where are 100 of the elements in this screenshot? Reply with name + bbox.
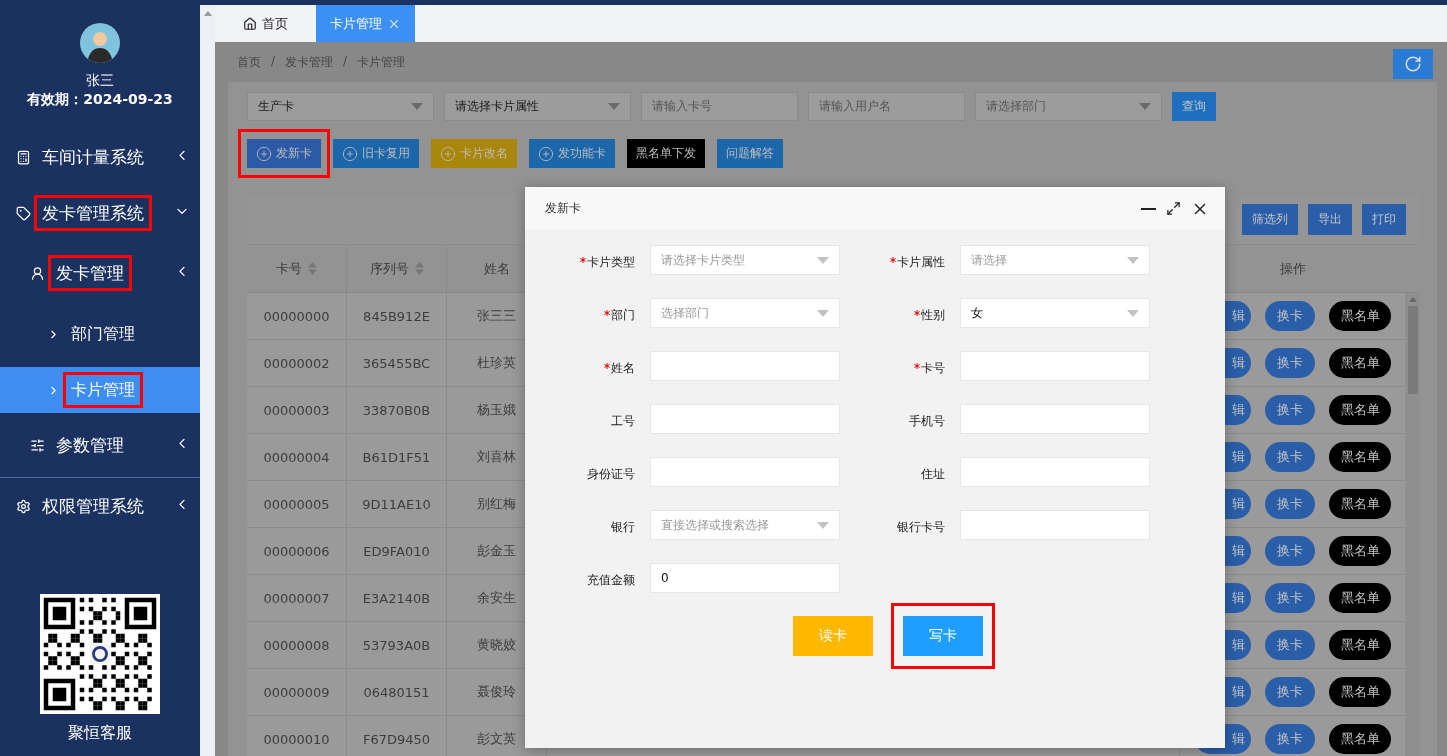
maximize-icon [1166, 201, 1181, 216]
row-action-button[interactable]: 换卡 [1265, 677, 1315, 707]
select-field[interactable]: 请选择卡片类型 [650, 245, 840, 275]
row-action-button[interactable]: 黑名单 [1329, 724, 1391, 754]
required-icon [604, 310, 610, 316]
input-field[interactable] [650, 457, 840, 487]
row-action-button[interactable]: 黑名单 [1329, 677, 1391, 707]
row-action-button[interactable]: 换卡 [1265, 630, 1315, 660]
input-field[interactable]: 0 [650, 563, 840, 593]
table-cell: 00000010 [247, 716, 347, 756]
user-icon [30, 265, 45, 281]
input-field[interactable] [960, 351, 1150, 381]
row-action-button[interactable]: 黑名单 [1329, 301, 1391, 331]
row-action-button[interactable]: 换卡 [1265, 536, 1315, 566]
table-cell: ED9FA010 [347, 528, 447, 574]
column-header[interactable]: 序列号 [347, 245, 447, 292]
input-field[interactable] [960, 510, 1150, 540]
sliders-icon [30, 437, 45, 453]
action-button[interactable]: 问题解答 [717, 139, 783, 168]
table-cell: 53793A0B [347, 622, 447, 668]
row-action-button[interactable]: 换卡 [1265, 301, 1315, 331]
action-button[interactable]: 黑名单下发 [627, 139, 705, 168]
scroll-up-icon[interactable] [1408, 297, 1417, 302]
row-action-button[interactable]: 黑名单 [1329, 442, 1391, 472]
row-action-button[interactable]: 换卡 [1265, 395, 1315, 425]
menu-item[interactable]: 参数管理 [0, 417, 200, 473]
field-label: 银行 [611, 518, 635, 536]
select-field[interactable]: 选择部门 [650, 298, 840, 328]
select-field[interactable]: 生产卡 [247, 92, 434, 121]
select-field[interactable]: 请选择卡片属性 [444, 92, 631, 121]
breadcrumb-item[interactable]: 发卡管理 [285, 53, 334, 71]
input-field[interactable]: 请输入卡号 [641, 92, 798, 121]
dialog-title: 发新卡 [545, 200, 581, 217]
table-cell: 00000000 [247, 293, 347, 339]
tab[interactable]: 卡片管理 [316, 5, 415, 42]
plus-icon [342, 145, 358, 162]
toolbar-button[interactable]: 打印 [1362, 204, 1406, 235]
caret-icon [608, 103, 620, 110]
input-field[interactable] [650, 404, 840, 434]
row-action-button[interactable]: 换卡 [1265, 489, 1315, 519]
sort-icon [308, 262, 317, 275]
table-cell: 365455BC [347, 340, 447, 386]
tab[interactable]: 首页 [228, 5, 303, 42]
row-action-button[interactable]: 黑名单 [1329, 348, 1391, 378]
input-field[interactable] [960, 457, 1150, 487]
row-action-button[interactable]: 换卡 [1265, 583, 1315, 613]
select-field[interactable]: 请选择部门 [975, 92, 1162, 121]
menu-item[interactable]: 卡片管理 [0, 367, 200, 413]
row-action-button[interactable]: 黑名单 [1329, 536, 1391, 566]
input-field[interactable] [960, 404, 1150, 434]
menu-item[interactable]: 权限管理系统 [0, 478, 200, 534]
dialog-button[interactable]: 写卡 [903, 616, 983, 656]
menu-item[interactable]: 发卡管理系统 [0, 185, 200, 241]
action-button[interactable]: 发新卡 [247, 139, 321, 168]
search-button[interactable]: 查询 [1172, 92, 1216, 121]
breadcrumb-item[interactable]: 首页 [237, 53, 261, 71]
gear-icon [16, 498, 31, 514]
column-header: 操作 [1278, 259, 1307, 278]
select-field[interactable]: 直接选择或搜索选择 [650, 510, 840, 540]
row-action-button[interactable]: 换卡 [1265, 442, 1315, 472]
row-action-button[interactable]: 黑名单 [1329, 395, 1391, 425]
select-field[interactable]: 女 [960, 298, 1150, 328]
menu-item[interactable]: 车间计量系统 [0, 129, 200, 185]
caret-icon [1139, 103, 1151, 110]
refresh-button[interactable] [1393, 49, 1433, 79]
toolbar-button[interactable]: 导出 [1308, 204, 1352, 235]
plus-icon [538, 145, 554, 162]
action-button[interactable]: 发功能卡 [529, 139, 615, 168]
support-label: 聚恒客服 [68, 722, 132, 744]
table-cell: E3A2140B [347, 575, 447, 621]
row-action-button[interactable]: 换卡 [1265, 724, 1315, 754]
breadcrumb-separator: / [343, 53, 348, 70]
toolbar-button[interactable]: 筛选列 [1242, 204, 1298, 235]
scroll-up-icon[interactable] [203, 11, 212, 16]
table-cell: 845B912E [347, 293, 447, 339]
column-header[interactable]: 卡号 [247, 245, 347, 292]
table-cell: 06480151 [347, 669, 447, 715]
input-field[interactable]: 请输入用户名 [808, 92, 965, 121]
field-label: 身份证号 [587, 465, 635, 483]
table-cell: 00000003 [247, 387, 347, 433]
table-cell: 33870B0B [347, 387, 447, 433]
required-icon [604, 363, 610, 369]
field-label: 工号 [611, 412, 635, 430]
action-button[interactable]: 旧卡复用 [333, 139, 419, 168]
field-label: 卡号 [921, 359, 945, 377]
row-action-button[interactable]: 换卡 [1265, 348, 1315, 378]
menu-item[interactable]: 发卡管理 [0, 245, 200, 301]
menu-item[interactable]: 部门管理 [0, 311, 200, 357]
user-name: 张三 [86, 71, 114, 89]
select-field[interactable]: 请选择 [960, 245, 1150, 275]
maximize-button[interactable] [1166, 201, 1181, 216]
scrollbar[interactable] [1405, 293, 1420, 756]
row-action-button[interactable]: 黑名单 [1329, 583, 1391, 613]
row-action-button[interactable]: 黑名单 [1329, 630, 1391, 660]
field-label: 充值金额 [587, 571, 635, 589]
field-label: 卡片类型 [587, 253, 635, 271]
row-action-button[interactable]: 黑名单 [1329, 489, 1391, 519]
table-cell: 9D11AE10 [347, 481, 447, 527]
minimize-button[interactable] [1141, 207, 1156, 210]
input-field[interactable] [650, 351, 840, 381]
